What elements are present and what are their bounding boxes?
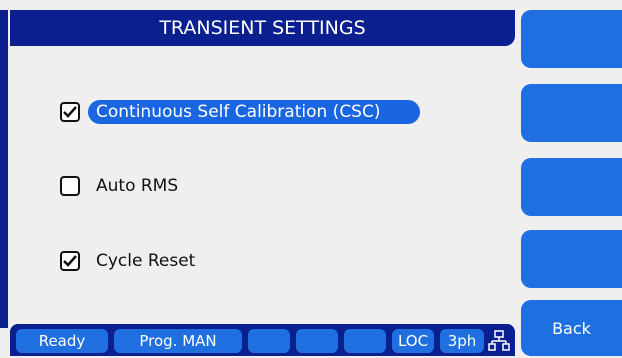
status-blank-1 [248, 329, 290, 353]
softkey-4[interactable] [521, 230, 622, 288]
auto-rms-label[interactable]: Auto RMS [88, 174, 186, 198]
status-phase: 3ph [440, 329, 484, 353]
csc-checkbox[interactable] [60, 102, 80, 122]
back-button[interactable]: Back [521, 300, 622, 356]
auto-rms-checkbox[interactable] [60, 176, 80, 196]
status-ready: Ready [16, 329, 108, 353]
setting-csc[interactable]: Continuous Self Calibration (CSC) [60, 98, 421, 126]
status-loc: LOC [392, 329, 434, 353]
status-bar: Ready Prog. MAN LOC 3ph [10, 324, 515, 356]
left-edge-bar [0, 10, 8, 328]
check-icon [63, 106, 77, 118]
status-blank-3 [344, 329, 386, 353]
network-icon [488, 330, 510, 351]
status-blank-2 [296, 329, 338, 353]
csc-label[interactable]: Continuous Self Calibration (CSC) [88, 100, 421, 124]
status-program: Prog. MAN [114, 329, 242, 353]
cycle-reset-checkbox[interactable] [60, 251, 80, 271]
transient-settings-screen: TRANSIENT SETTINGS Continuous Self Calib… [0, 0, 622, 358]
check-icon [63, 255, 77, 267]
softkey-3[interactable] [521, 158, 622, 216]
cycle-reset-label[interactable]: Cycle Reset [88, 249, 203, 273]
softkey-2[interactable] [521, 84, 622, 142]
setting-cycle-reset[interactable]: Cycle Reset [60, 247, 203, 275]
setting-auto-rms[interactable]: Auto RMS [60, 172, 186, 200]
softkey-1[interactable] [521, 10, 622, 68]
header-bar: TRANSIENT SETTINGS [10, 10, 515, 46]
page-title: TRANSIENT SETTINGS [159, 17, 366, 39]
